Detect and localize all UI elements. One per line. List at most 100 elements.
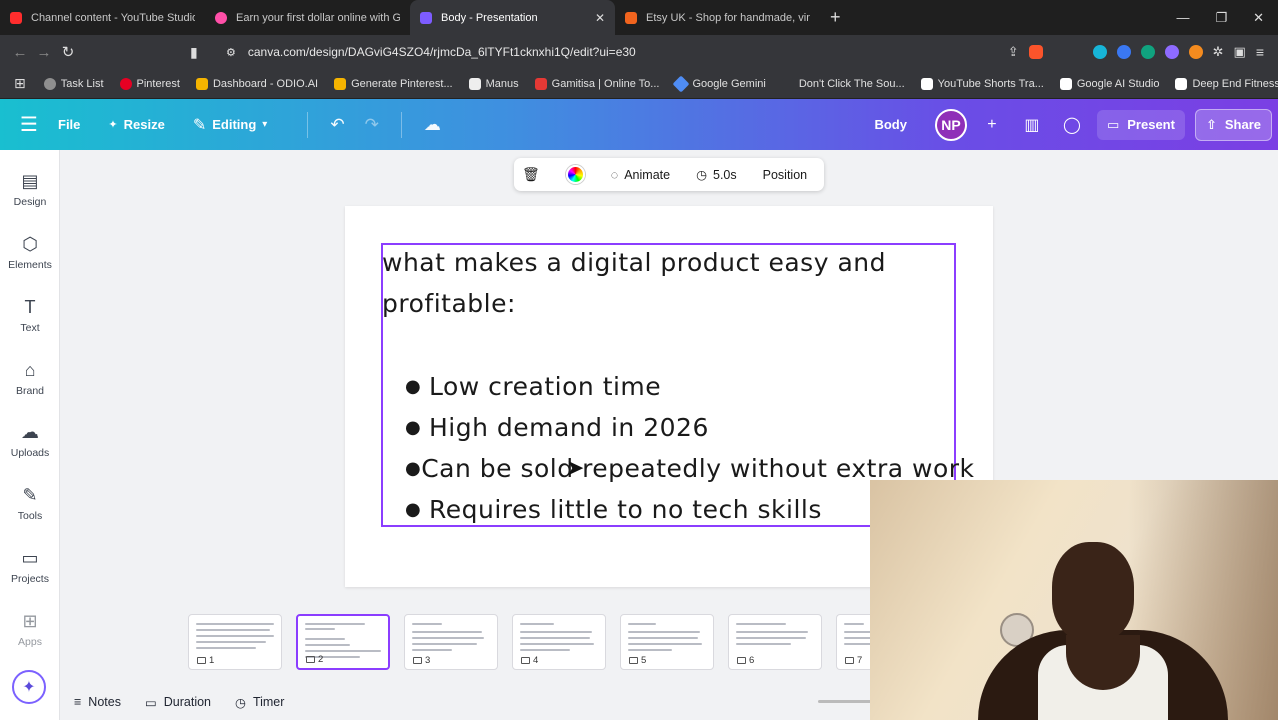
bookmark-item[interactable]: YouTube Shorts Tra...: [920, 77, 1044, 90]
animate-icon: ◌: [610, 167, 619, 182]
page-number: 7: [845, 655, 862, 666]
bookmark-label: Google Gemini: [692, 77, 766, 90]
bookmark-label: Manus: [485, 77, 519, 90]
bookmark-item[interactable]: Google AI Studio: [1059, 77, 1160, 90]
color-picker-button[interactable]: [565, 165, 585, 184]
thumb-text-line: [412, 631, 482, 633]
url-field[interactable]: ⚙ canva.com/design/DAGviG4SZO4/rjmcDa_6l…: [226, 45, 636, 59]
extensions-puzzle-icon[interactable]: ✲: [1213, 44, 1224, 60]
bookmark-item[interactable]: Deep End Fitness (...: [1175, 77, 1278, 90]
resize-label: Resize: [123, 117, 165, 132]
browser-tab-canva-active[interactable]: Body - Presentation ✕: [410, 0, 615, 35]
close-window-icon[interactable]: ✕: [1253, 10, 1264, 26]
blank-page-icon: [781, 77, 794, 90]
sidebar-item-tools[interactable]: ✎ Tools: [0, 484, 60, 522]
brave-shield-icon[interactable]: [1028, 45, 1043, 59]
cloud-saved-icon[interactable]: ☁: [424, 115, 441, 135]
thumb-text-line: [412, 649, 452, 651]
bookmark-page-icon[interactable]: ▮: [190, 44, 208, 61]
bookmark-item[interactable]: Dashboard - ODIO.AI: [195, 77, 318, 90]
bookmark-item[interactable]: Pinterest: [119, 77, 180, 90]
page-thumbnail[interactable]: 1: [188, 614, 282, 670]
bookmark-item[interactable]: Manus: [468, 77, 519, 90]
bookmark-item[interactable]: Don't Click The Sou...: [781, 77, 905, 90]
duration-footer-button[interactable]: ▭ Duration: [145, 695, 211, 710]
bookmark-item[interactable]: Gamitisa | Online To...: [534, 77, 659, 90]
browser-tab-gumroad[interactable]: Earn your first dollar online with Gum: [205, 0, 410, 35]
slide-heading[interactable]: what makes a digital product easy and pr…: [382, 242, 942, 324]
extension-icon[interactable]: [1116, 45, 1131, 59]
close-tab-icon[interactable]: ✕: [595, 11, 605, 25]
bookmark-label: Google AI Studio: [1076, 77, 1160, 90]
browser-tab-youtube-studio[interactable]: Channel content - YouTube Studio: [0, 0, 205, 35]
webcam-overlay: [870, 480, 1278, 720]
thumb-text-line: [520, 649, 570, 651]
browser-menu-icon[interactable]: ≡: [1256, 44, 1264, 60]
notes-lines-icon: ≡: [74, 695, 82, 709]
back-arrow-icon[interactable]: ←: [8, 44, 32, 61]
magic-assistant-icon[interactable]: ✦: [12, 670, 46, 704]
restore-icon[interactable]: ❐: [1215, 10, 1227, 26]
sidebar-item-elements[interactable]: ⬡ Elements: [0, 233, 60, 271]
wallet-icon[interactable]: ▣: [1234, 44, 1246, 60]
timer-button[interactable]: ◷ Timer: [235, 695, 284, 710]
apps-grid-icon[interactable]: ⊞: [14, 75, 26, 92]
bullet-text: High demand in 2026: [429, 413, 709, 442]
redo-icon[interactable]: ↷: [365, 115, 379, 135]
bookmark-item[interactable]: Generate Pinterest...: [334, 77, 453, 90]
animate-button[interactable]: ◌ Animate: [611, 168, 670, 182]
add-collaborator-plus-icon[interactable]: +: [977, 116, 1007, 134]
minimize-icon[interactable]: —: [1176, 10, 1189, 26]
bookmark-item[interactable]: Task List: [43, 77, 104, 90]
delete-trash-icon[interactable]: 🗑: [522, 166, 540, 183]
divider: [307, 111, 309, 138]
bookmark-item[interactable]: Google Gemini: [672, 75, 766, 92]
avatar[interactable]: NP: [934, 108, 967, 141]
reload-icon[interactable]: ↻: [56, 43, 80, 61]
position-button[interactable]: Position: [763, 168, 807, 182]
sidebar-item-projects[interactable]: ▭ Projects: [0, 547, 60, 585]
page-number-text: 2: [318, 654, 324, 665]
present-button[interactable]: ▭ Present: [1096, 109, 1185, 140]
sidebar-item-uploads[interactable]: ☁ Uploads: [0, 421, 60, 459]
bookmark-label: Don't Click The Sou...: [798, 77, 905, 90]
tools-icon: ✎: [22, 485, 38, 505]
share-page-icon[interactable]: ⇪: [1008, 44, 1019, 60]
thumb-text-line: [196, 635, 274, 637]
extension-icon[interactable]: [1164, 45, 1179, 59]
forward-arrow-icon[interactable]: →: [32, 44, 56, 61]
comment-icon[interactable]: ◯: [1057, 115, 1087, 135]
editing-mode-dropdown[interactable]: ✎ Editing ▾: [193, 115, 267, 135]
page-thumbnail[interactable]: 4: [512, 614, 606, 670]
notes-button[interactable]: ≡ Notes: [74, 695, 121, 709]
browser-tab-etsy[interactable]: Etsy UK - Shop for handmade, vintage: [615, 0, 820, 35]
extension-icon[interactable]: [1140, 45, 1155, 59]
document-title[interactable]: Body: [874, 117, 907, 132]
share-button[interactable]: ⇧ Share: [1194, 108, 1272, 141]
sidebar-item-design[interactable]: ▤ Design: [0, 170, 60, 208]
new-tab-plus-icon[interactable]: +: [830, 7, 841, 28]
thumbnail-scrollbar[interactable]: [818, 700, 873, 703]
thumb-text-line: [628, 631, 700, 633]
element-context-toolbar: 🗑 ◌ Animate ◷ 5.0s Position: [514, 158, 824, 191]
extension-icon[interactable]: [1092, 45, 1107, 59]
resize-button[interactable]: ✦ Resize: [108, 117, 164, 132]
bullet-dot: ●: [405, 417, 422, 438]
page-thumbnail[interactable]: 6: [728, 614, 822, 670]
page-thumbnail[interactable]: 3: [404, 614, 498, 670]
undo-icon[interactable]: ↶: [330, 115, 344, 135]
file-menu[interactable]: File: [58, 117, 80, 132]
sidebar-item-text[interactable]: T Text: [0, 296, 60, 334]
duration-button[interactable]: ◷ 5.0s: [696, 167, 737, 183]
hamburger-menu-icon[interactable]: ☰: [0, 112, 58, 137]
tab-label: Channel content - YouTube Studio: [31, 11, 195, 24]
bookmark-label: Pinterest: [136, 77, 180, 90]
extension-icon[interactable]: [1188, 45, 1203, 59]
insights-chart-icon[interactable]: ▥: [1017, 115, 1047, 135]
bookmarks-bar: ⊞ Task List Pinterest Dashboard - ODIO.A…: [0, 69, 1278, 99]
sidebar-item-brand[interactable]: ⌂ Brand: [0, 359, 60, 397]
page-thumbnail-selected[interactable]: 2: [296, 614, 390, 670]
site-settings-icon[interactable]: ⚙: [226, 46, 236, 59]
page-thumbnail[interactable]: 5: [620, 614, 714, 670]
sidebar-item-apps[interactable]: ⊞ Apps: [0, 610, 60, 648]
